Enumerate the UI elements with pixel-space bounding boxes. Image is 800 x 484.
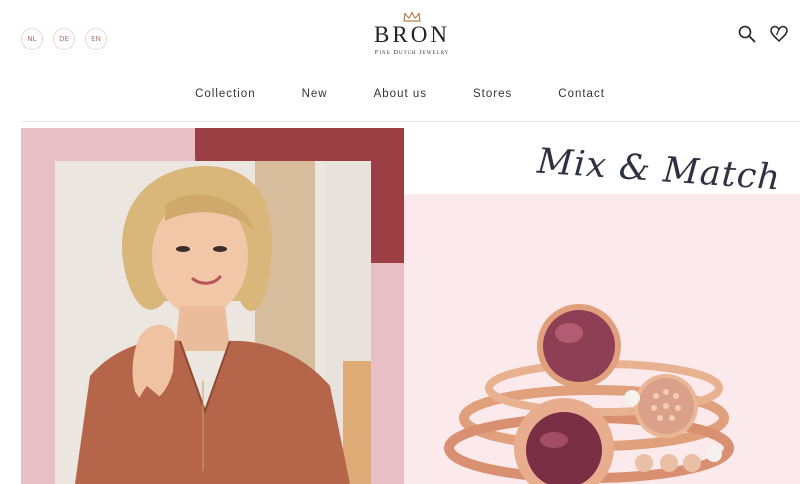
heart-icon[interactable] bbox=[770, 25, 788, 48]
language-switcher: NL DE EN bbox=[21, 28, 107, 50]
hero-banner[interactable]: Mix & Match bbox=[21, 128, 800, 484]
brand-tagline: Fine Dutch Jewelry bbox=[374, 49, 450, 56]
rings-illustration bbox=[444, 304, 734, 484]
nav-item-collection[interactable]: Collection bbox=[195, 88, 256, 100]
brand-name: BRON bbox=[374, 22, 450, 47]
search-icon[interactable] bbox=[738, 25, 756, 48]
nav-item-stores[interactable]: Stores bbox=[473, 88, 512, 100]
lang-nl-button[interactable]: NL bbox=[21, 28, 43, 50]
nav-item-contact[interactable]: Contact bbox=[558, 88, 605, 100]
model-photo bbox=[55, 161, 371, 484]
lang-de-button[interactable]: DE bbox=[53, 28, 75, 50]
nav-divider bbox=[21, 121, 800, 122]
hero-model-panel bbox=[21, 128, 404, 484]
brand-logo[interactable]: BRON Fine Dutch Jewelry bbox=[360, 12, 464, 56]
nav-item-about-us[interactable]: About us bbox=[374, 88, 427, 100]
lang-en-button[interactable]: EN bbox=[85, 28, 107, 50]
hero-product-panel: Mix & Match bbox=[404, 128, 800, 484]
header-actions bbox=[738, 25, 788, 48]
crown-icon bbox=[403, 12, 421, 22]
main-navigation: Collection New About us Stores Contact bbox=[0, 88, 800, 100]
nav-item-new[interactable]: New bbox=[302, 88, 328, 100]
